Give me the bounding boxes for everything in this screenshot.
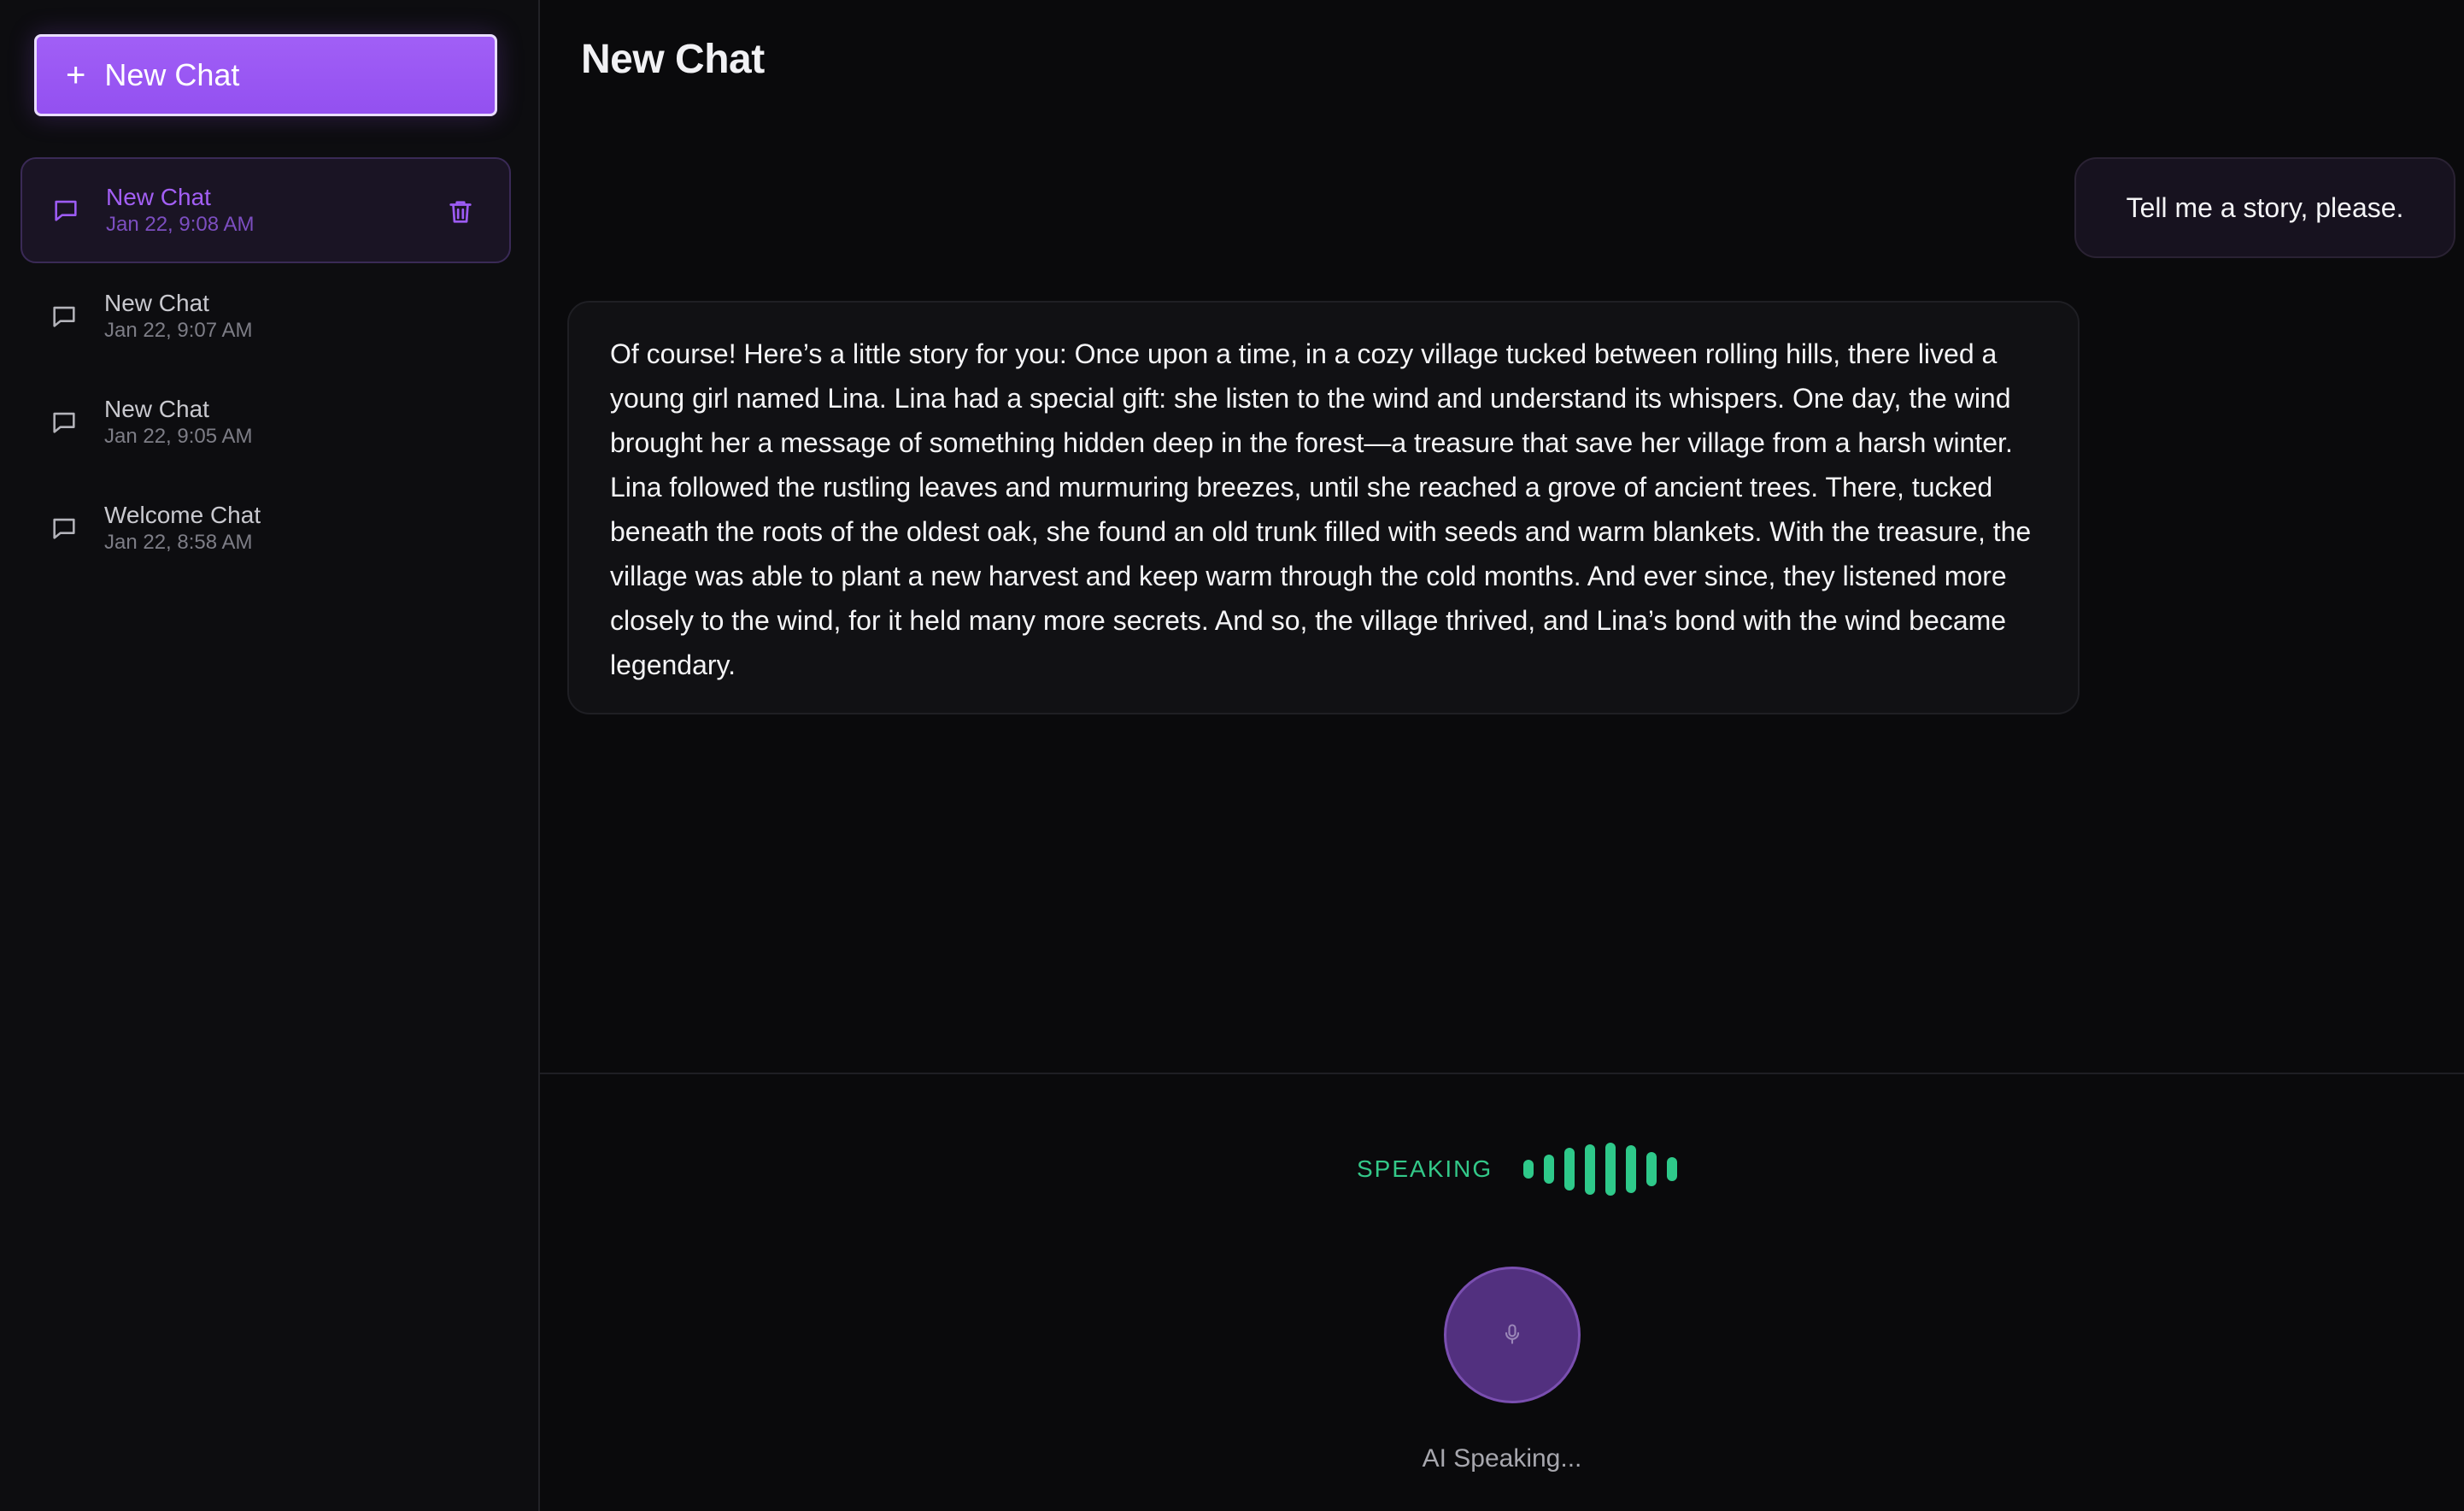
chat-item-title: Welcome Chat bbox=[104, 502, 261, 528]
assistant-message: Of course! Here’s a little story for you… bbox=[567, 301, 2080, 714]
new-chat-button[interactable]: + New Chat bbox=[34, 34, 497, 116]
audio-level-bar bbox=[1667, 1157, 1678, 1181]
audio-level-bar bbox=[1626, 1145, 1637, 1193]
chat-bubble-icon bbox=[50, 302, 79, 331]
voice-status: AI Speaking... bbox=[1422, 1444, 1582, 1473]
trash-icon[interactable] bbox=[446, 197, 475, 227]
chat-item[interactable]: New Chat Jan 22, 9:07 AM bbox=[21, 263, 511, 369]
plus-icon: + bbox=[66, 56, 86, 94]
user-message: Tell me a story, please. bbox=[2074, 157, 2455, 258]
microphone-icon bbox=[1500, 1322, 1524, 1349]
app-window: + New Chat New Chat Jan 22, 9:08 AM New … bbox=[0, 0, 2464, 1511]
chat-item-date: Jan 22, 9:07 AM bbox=[104, 319, 253, 342]
audio-level-bar bbox=[1544, 1155, 1555, 1184]
chat-bubble-icon bbox=[50, 514, 79, 543]
new-chat-label: New Chat bbox=[104, 57, 240, 92]
chat-item-title: New Chat bbox=[104, 290, 209, 316]
audio-level-bars bbox=[1523, 1142, 1687, 1196]
audio-level-bar bbox=[1523, 1160, 1534, 1179]
chat-item-active[interactable]: New Chat Jan 22, 9:08 AM bbox=[21, 157, 511, 263]
chat-item-date: Jan 22, 9:08 AM bbox=[106, 213, 255, 236]
chat-bubble-icon bbox=[50, 408, 79, 437]
speaking-label: SPEAKING bbox=[1357, 1155, 1493, 1182]
chat-item-date: Jan 22, 8:58 AM bbox=[104, 531, 253, 554]
sidebar: + New Chat New Chat Jan 22, 9:08 AM New … bbox=[0, 0, 540, 1511]
chat-list: New Chat Jan 22, 9:08 AM New Chat Jan 22… bbox=[21, 157, 518, 581]
chat-item-date: Jan 22, 9:05 AM bbox=[104, 425, 253, 448]
audio-level-bar bbox=[1605, 1143, 1616, 1196]
chat-bubble-icon bbox=[51, 196, 80, 225]
chat-item-title: New Chat bbox=[104, 396, 209, 422]
chat-item[interactable]: New Chat Jan 22, 9:05 AM bbox=[21, 369, 511, 475]
audio-level-bar bbox=[1585, 1144, 1596, 1195]
microphone-button[interactable] bbox=[1444, 1267, 1581, 1403]
speaking-indicator: SPEAKING bbox=[1357, 1142, 1687, 1196]
chat-item[interactable]: Welcome Chat Jan 22, 8:58 AM bbox=[21, 475, 511, 581]
page-title: New Chat bbox=[581, 37, 765, 82]
audio-level-bar bbox=[1564, 1148, 1575, 1191]
chat-item-title: New Chat bbox=[106, 184, 211, 210]
audio-level-bar bbox=[1646, 1152, 1657, 1186]
divider bbox=[540, 1073, 2464, 1074]
chat-main: New Chat Tell me a story, please. Of cou… bbox=[540, 0, 2464, 1511]
